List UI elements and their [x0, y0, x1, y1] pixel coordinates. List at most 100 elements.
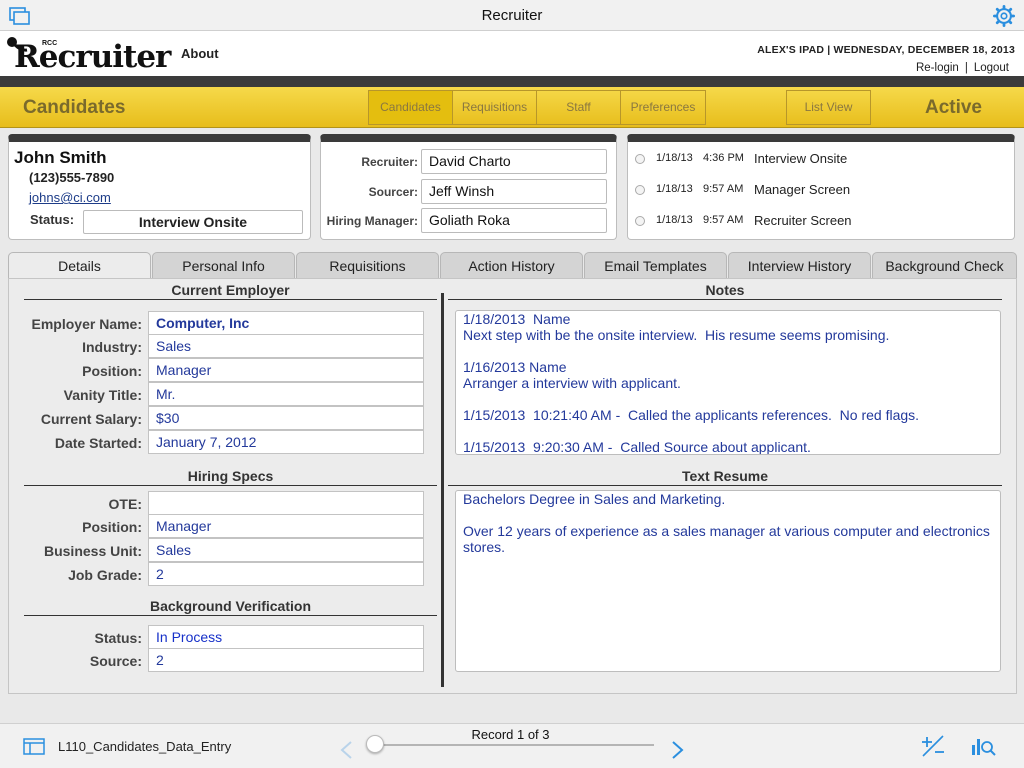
column-divider: [441, 293, 444, 687]
app-title: Recruiter: [481, 7, 543, 24]
recruiter-field[interactable]: David Charto: [421, 149, 607, 174]
candidate-name[interactable]: John Smith: [14, 148, 107, 168]
field-label: Date Started:: [54, 435, 142, 451]
candidate-phone[interactable]: (123)555-7890: [29, 170, 114, 185]
hiring-manager-label: Hiring Manager:: [326, 214, 418, 228]
job-grade-row: Job Grade: 2: [9, 562, 439, 586]
about-link[interactable]: About: [181, 46, 219, 61]
sourcer-label: Sourcer:: [368, 185, 418, 199]
notes-textarea[interactable]: 1/18/2013 Name Next step with be the ons…: [455, 310, 1001, 455]
section-title: Candidates: [23, 97, 126, 118]
app-header: RCC Recruiter About ALEX'S IPAD | WEDNES…: [0, 31, 1024, 76]
history-time: 4:36 PM: [703, 152, 744, 164]
recruiter-logo: RCC Recruiter: [6, 34, 171, 75]
list-view-button[interactable]: List View: [786, 90, 871, 125]
auth-links: Re-login | Logout: [916, 62, 1009, 74]
business-unit-row: Business Unit: Sales: [9, 538, 439, 562]
vanity-title-row: Vanity Title: Mr.: [9, 382, 439, 406]
ote-row: OTE:: [9, 491, 439, 515]
new-delete-record-icon[interactable]: [920, 735, 946, 757]
nav-tab-staff[interactable]: Staff: [537, 91, 621, 124]
candidate-email-link[interactable]: johns@ci.com: [29, 190, 111, 205]
detail-tab-bar: Details Personal Info Requisitions Actio…: [8, 252, 1017, 280]
record-slider-track[interactable]: [375, 744, 654, 746]
details-content: Current Employer Employer Name: Computer…: [8, 278, 1017, 694]
history-row[interactable]: 1/18/13 4:36 PM Interview Onsite: [628, 149, 1014, 169]
field-label: Industry:: [82, 339, 142, 355]
link-separator: |: [964, 62, 968, 74]
bg-source-field[interactable]: 2: [148, 648, 424, 672]
title-bar: Recruiter: [0, 0, 1024, 31]
field-label: Vanity Title:: [63, 387, 142, 403]
text-resume-heading: Text Resume: [448, 468, 1002, 486]
record-counter: Record 1 of 3: [471, 727, 550, 742]
field-label: Position:: [82, 519, 142, 535]
tab-requisitions[interactable]: Requisitions: [296, 252, 439, 279]
contacts-panel: Recruiter: David Charto Sourcer: Jeff Wi…: [320, 134, 617, 240]
vanity-title-field[interactable]: Mr.: [148, 382, 424, 406]
nav-tab-requisitions[interactable]: Requisitions: [453, 91, 537, 124]
candidate-status-field[interactable]: Interview Onsite: [83, 210, 303, 234]
history-time: 9:57 AM: [703, 214, 744, 226]
date-started-field[interactable]: January 7, 2012: [148, 430, 424, 454]
employer-name-row: Employer Name: Computer, Inc: [9, 311, 439, 335]
logo-text: Recruiter: [14, 39, 171, 75]
nav-tab-candidates[interactable]: Candidates: [369, 91, 453, 124]
bottom-toolbar: L110_Candidates_Data_Entry Record 1 of 3: [0, 723, 1024, 768]
nav-tab-preferences[interactable]: Preferences: [621, 91, 705, 124]
header-divider-bar: [0, 76, 1024, 87]
tab-background-check[interactable]: Background Check: [872, 252, 1017, 279]
field-label: Position:: [82, 363, 142, 379]
recruiter-label: Recruiter:: [361, 155, 418, 169]
tab-action-history[interactable]: Action History: [440, 252, 583, 279]
gear-icon[interactable]: [993, 5, 1015, 27]
industry-row: Industry: Sales: [9, 334, 439, 358]
field-label: Business Unit:: [43, 543, 142, 559]
logout-link[interactable]: Logout: [974, 62, 1009, 74]
status-label: Status:: [30, 212, 75, 227]
radio-icon[interactable]: [635, 185, 645, 195]
radio-icon[interactable]: [635, 154, 645, 164]
background-verification-heading: Background Verification: [24, 598, 437, 616]
tab-email-templates[interactable]: Email Templates: [584, 252, 727, 279]
position-field[interactable]: Manager: [148, 358, 424, 382]
job-grade-field[interactable]: 2: [148, 562, 424, 586]
history-row[interactable]: 1/18/13 9:57 AM Manager Screen: [628, 180, 1014, 200]
history-time: 9:57 AM: [703, 183, 744, 195]
bg-status-field[interactable]: In Process: [148, 625, 424, 649]
field-label: Current Salary:: [40, 411, 142, 427]
hiring-manager-field[interactable]: Goliath Roka: [421, 208, 607, 233]
history-date: 1/18/13: [656, 152, 693, 164]
field-label: OTE:: [108, 496, 142, 512]
tab-details[interactable]: Details: [8, 252, 151, 280]
navigation-bar: Candidates Candidates Requisitions Staff…: [0, 87, 1024, 128]
resume-textarea[interactable]: Bachelors Degree in Sales and Marketing.…: [455, 490, 1001, 672]
find-records-icon[interactable]: [970, 735, 996, 757]
current-salary-field[interactable]: $30: [148, 406, 424, 430]
record-slider-thumb[interactable]: [366, 735, 384, 753]
recruiter-row: Recruiter: David Charto: [321, 149, 616, 174]
employer-name-field[interactable]: Computer, Inc: [148, 311, 424, 335]
ote-field[interactable]: [148, 491, 424, 515]
bg-source-row: Source: 2: [9, 648, 439, 672]
tab-personal-info[interactable]: Personal Info: [152, 252, 295, 279]
position-row: Position: Manager: [9, 358, 439, 382]
industry-field[interactable]: Sales: [148, 334, 424, 358]
tab-interview-history[interactable]: Interview History: [728, 252, 871, 279]
relogin-link[interactable]: Re-login: [916, 62, 959, 74]
sourcer-row: Sourcer: Jeff Winsh: [321, 179, 616, 204]
chevron-left-icon[interactable]: [339, 740, 353, 760]
history-row[interactable]: 1/18/13 9:57 AM Recruiter Screen: [628, 211, 1014, 231]
hiring-specs-heading: Hiring Specs: [24, 468, 437, 486]
record-status: Active: [924, 97, 982, 118]
history-date: 1/18/13: [656, 214, 693, 226]
history-date: 1/18/13: [656, 183, 693, 195]
sourcer-field[interactable]: Jeff Winsh: [421, 179, 607, 204]
chevron-right-icon[interactable]: [671, 740, 685, 760]
field-label: Job Grade:: [68, 567, 142, 583]
business-unit-field[interactable]: Sales: [148, 538, 424, 562]
status-history-panel: 1/18/13 4:36 PM Interview Onsite 1/18/13…: [627, 134, 1015, 240]
spec-position-field[interactable]: Manager: [148, 514, 424, 538]
radio-icon[interactable]: [635, 216, 645, 226]
field-label: Status:: [94, 630, 142, 646]
